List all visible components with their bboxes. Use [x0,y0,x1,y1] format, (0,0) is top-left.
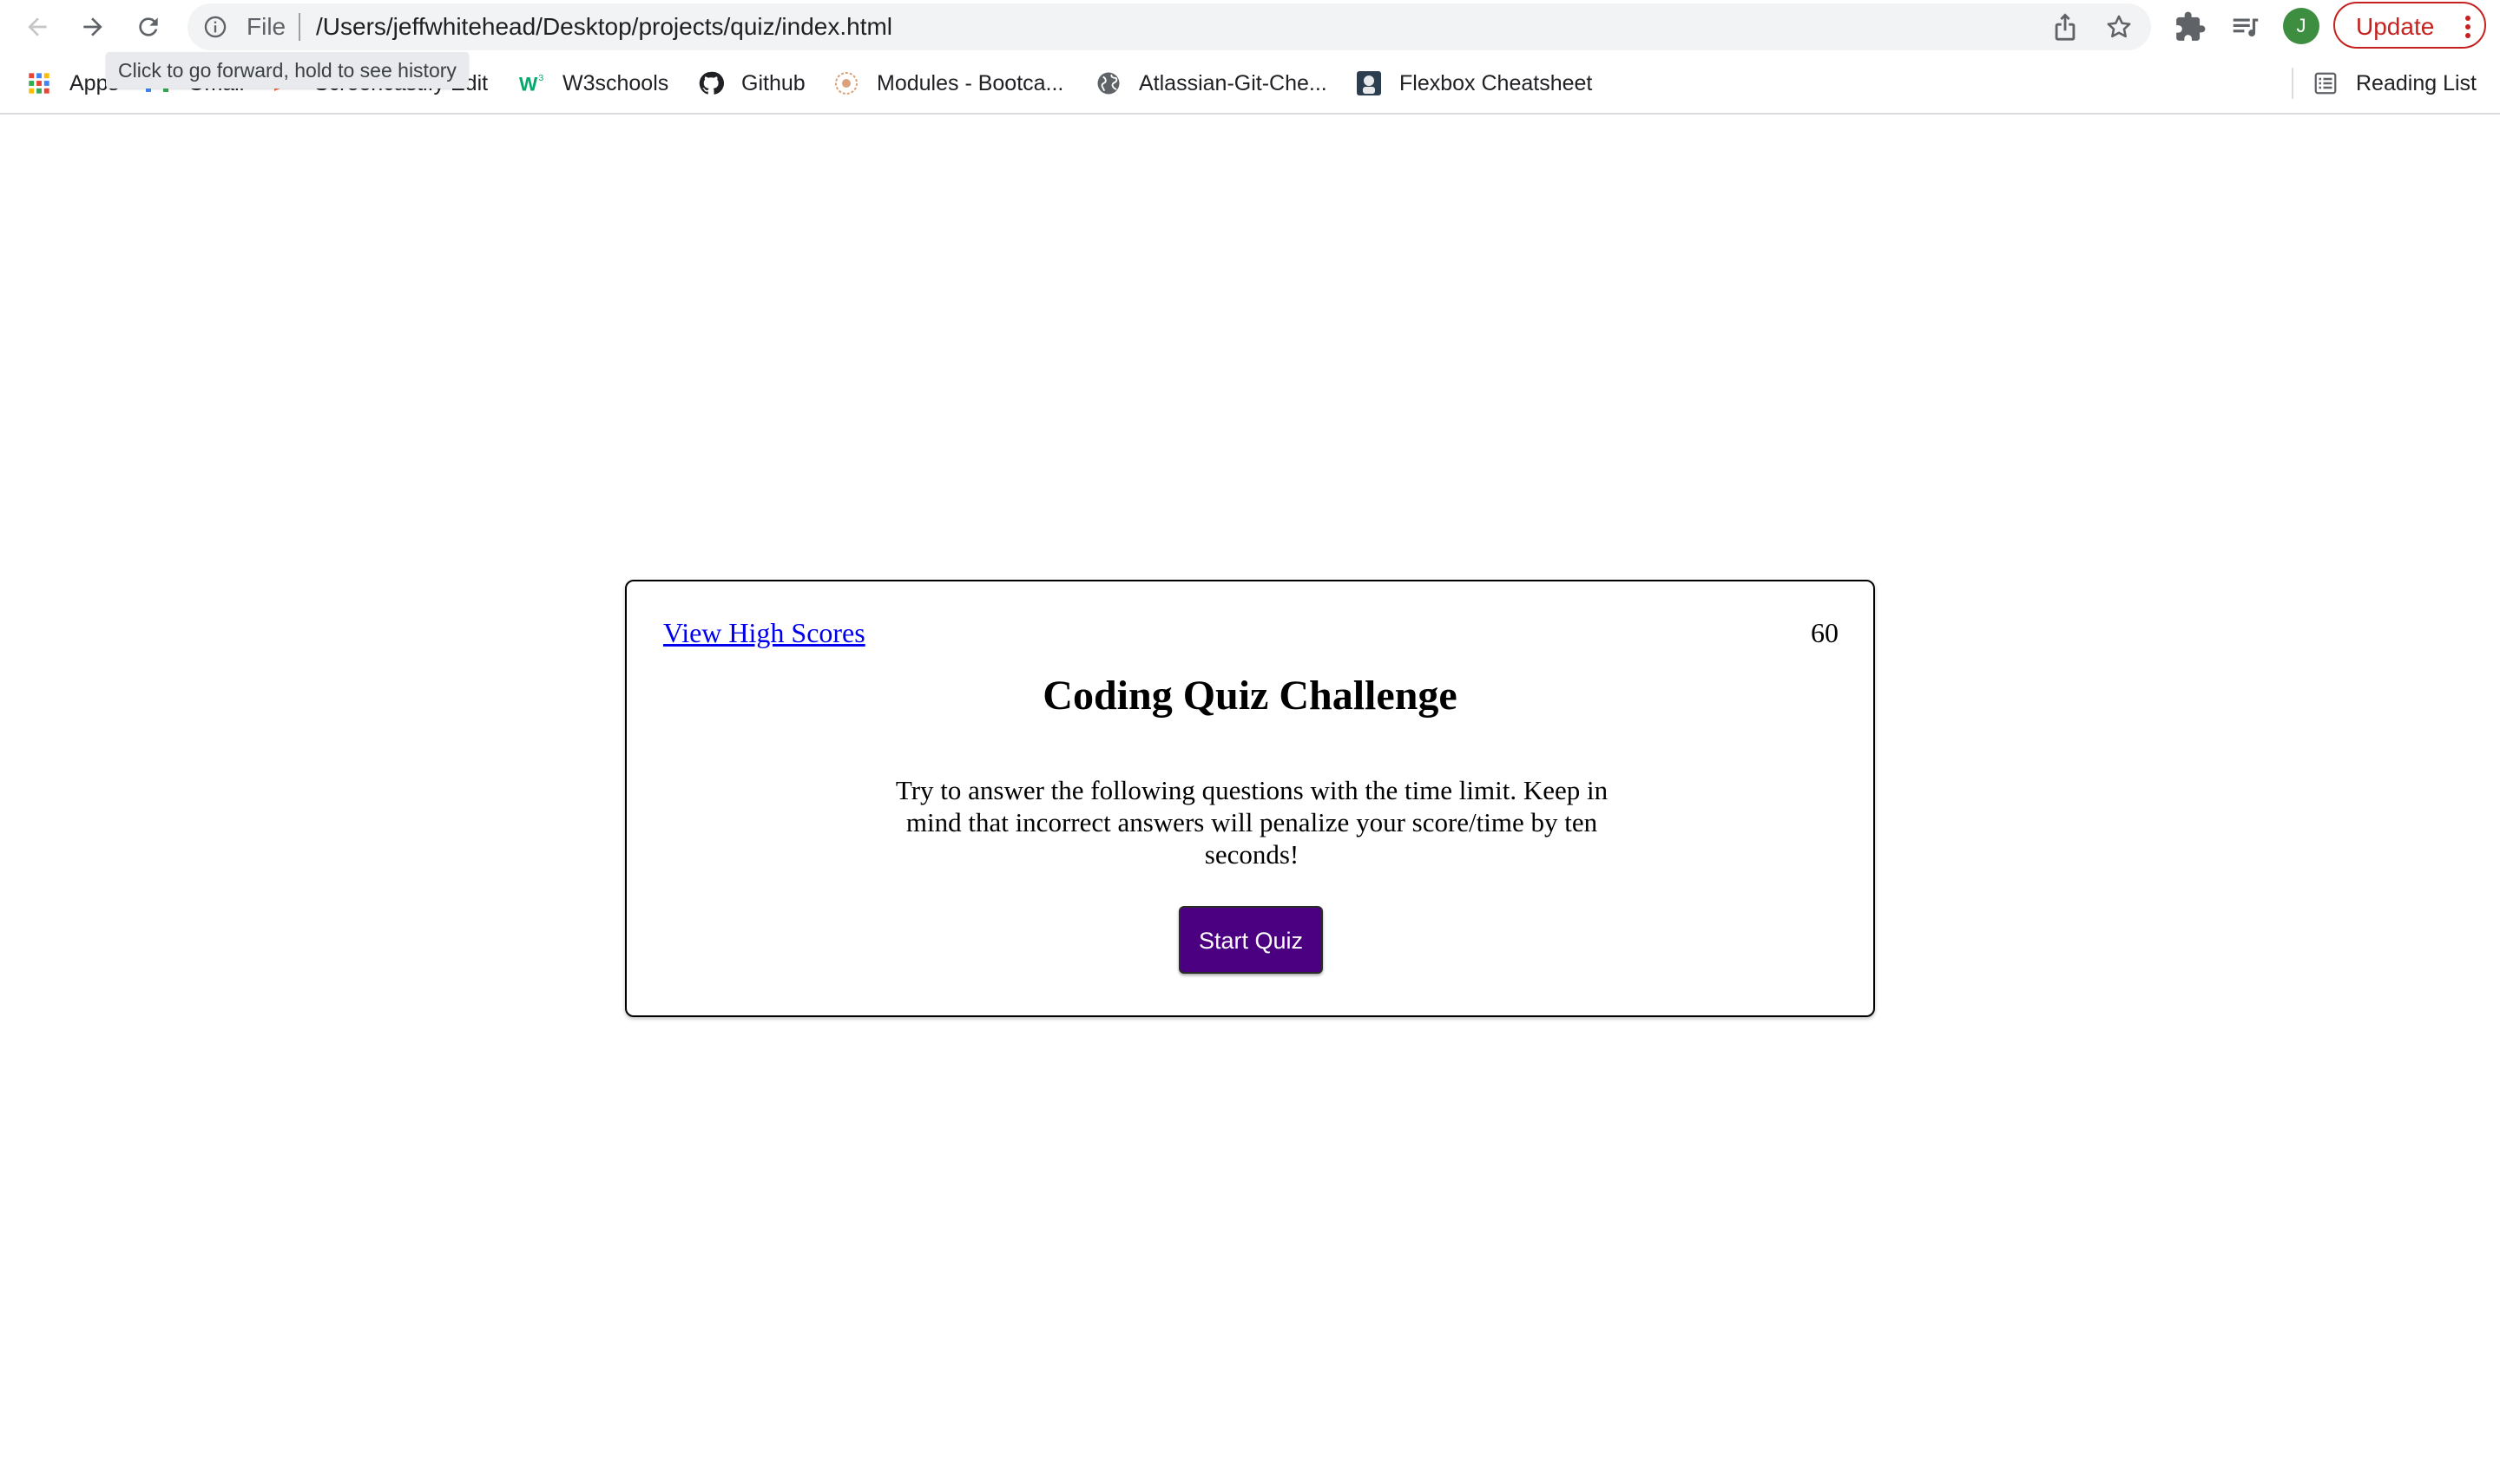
share-icon[interactable] [2050,12,2080,42]
bookmarks-divider [2292,68,2293,99]
extensions-puzzle-icon[interactable] [2174,10,2207,43]
bookmark-flexbox-cheatsheet[interactable]: Flexbox Cheatsheet [1356,68,1592,99]
arrow-right-icon [83,17,102,36]
update-label: Update [2356,13,2435,40]
bookmark-label: W3schools [562,70,669,95]
bookmark-w3schools[interactable]: W3 W3schools [519,68,668,99]
svg-text:W: W [519,73,538,95]
reload-button[interactable] [128,7,168,47]
back-button[interactable] [17,7,57,47]
forward-tooltip: Click to go forward, hold to see history [106,52,469,89]
view-high-scores-link[interactable]: View High Scores [663,616,865,649]
apps-grid-icon [26,70,52,96]
quiz-card: View High Scores 60 Coding Quiz Challeng… [625,580,1875,1017]
bookmark-apps[interactable]: Apps [26,68,119,99]
globe-icon [1095,70,1122,96]
bookmark-label: Flexbox Cheatsheet [1399,70,1593,95]
address-bar[interactable]: File /Users/jeffwhitehead/Desktop/projec… [188,3,2151,50]
bookmark-star-icon[interactable] [2104,12,2134,42]
bookmark-atlassian-git-cheatsheet[interactable]: Atlassian-Git-Che... [1095,68,1327,99]
update-button[interactable]: Update [2333,2,2486,49]
reading-list-icon [2312,70,2339,96]
browser-toolbar: File /Users/jeffwhitehead/Desktop/projec… [0,0,2500,54]
reload-icon [139,17,158,36]
start-quiz-button[interactable]: Start Quiz [1179,906,1323,974]
media-queue-icon[interactable] [2229,10,2262,43]
reading-list-button[interactable]: Reading List [2312,68,2477,99]
bookmark-label: Modules - Bootca... [877,70,1064,95]
w3schools-icon: W3 [519,70,545,96]
bookmark-modules-bootcamp[interactable]: Modules - Bootca... [833,68,1063,99]
svg-text:3: 3 [539,74,544,83]
github-icon [698,70,724,96]
bookmark-github[interactable]: Github [698,68,806,99]
url-separator [299,13,300,41]
bookmark-label: Github [741,70,806,95]
profile-avatar[interactable]: J [2283,8,2319,44]
timer-value: 60 [1811,617,1839,648]
page-title: Coding Quiz Challenge [1043,673,1457,719]
flexbox-icon [1356,70,1382,96]
bookmark-label: Atlassian-Git-Che... [1139,70,1327,95]
url-scheme-label: File [247,13,286,40]
forward-button[interactable] [73,7,113,47]
quiz-description: Try to answer the following questions wi… [895,775,1609,870]
url-text[interactable]: /Users/jeffwhitehead/Desktop/projects/qu… [316,14,892,40]
kebab-menu-icon [2465,16,2470,38]
info-icon[interactable] [203,15,227,39]
reading-list-label: Reading List [2356,70,2477,95]
bootcamp-icon [833,70,859,96]
arrow-left-icon [28,17,47,36]
